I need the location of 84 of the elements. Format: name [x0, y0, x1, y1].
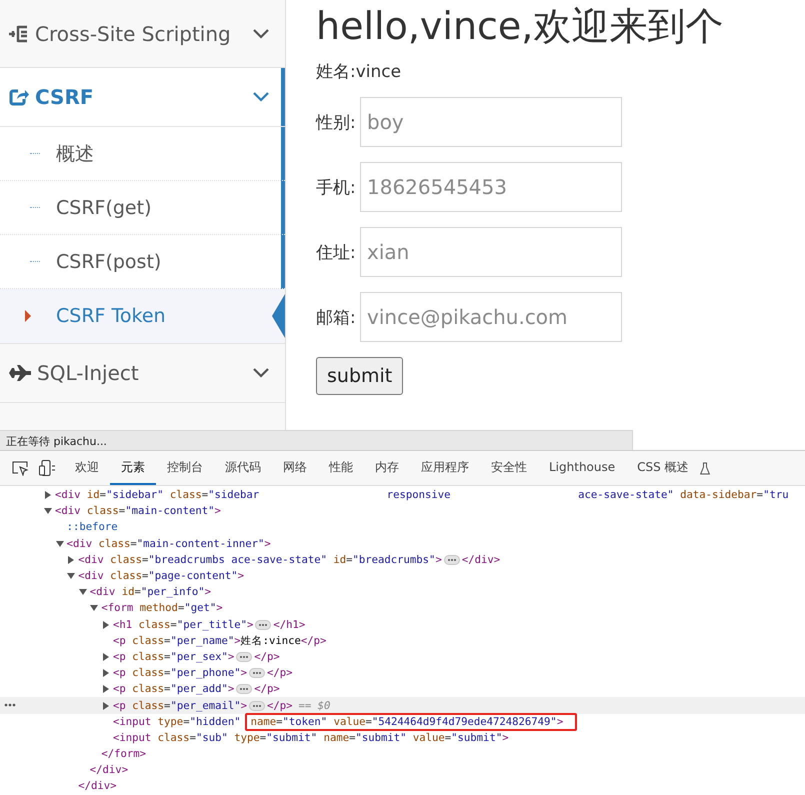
code-line: <form method="get"> [101, 602, 223, 614]
field-label: 住址: [316, 242, 357, 264]
field-label: 性别: [316, 112, 357, 134]
ellipsis-icon[interactable] [249, 668, 265, 678]
caret-icon [25, 310, 31, 322]
field-label: 邮箱: [316, 306, 357, 328]
closing-tag: </p> [254, 683, 280, 696]
closing-tag: </p> [267, 700, 293, 712]
devtools-tab[interactable]: 源代码 [214, 451, 272, 485]
chevron-icon [253, 28, 269, 38]
plane-icon [9, 365, 31, 381]
code-line: <div class="main-content-inner"> [66, 538, 271, 550]
expand-triangle-icon[interactable] [102, 669, 110, 678]
code-line: </div> [78, 780, 116, 792]
submenu-item[interactable]: CSRF Token [0, 289, 285, 343]
code-line: <div class="page-content"> [78, 570, 244, 582]
field-label: 手机: [316, 176, 357, 198]
code-line: </div> [90, 764, 128, 776]
ellipsis-icon[interactable] [444, 554, 460, 565]
collapse-triangle-icon[interactable] [78, 588, 87, 596]
expand-triangle-icon[interactable] [102, 652, 110, 661]
ellipsis-icon[interactable] [236, 652, 252, 662]
code-line: <input type="hidden" [113, 716, 241, 728]
closing-tag: </div> [462, 554, 500, 566]
collapse-triangle-icon[interactable] [67, 572, 76, 580]
more-icon[interactable] [4, 703, 16, 708]
input-field[interactable]: 18626545453 [360, 162, 622, 212]
devtools-tab[interactable]: Lighthouse [538, 451, 626, 485]
devtools-tab[interactable]: 安全性 [480, 451, 538, 485]
devtools-tab[interactable]: 应用程序 [410, 451, 480, 485]
submit-button[interactable]: submit [316, 357, 404, 395]
input-field[interactable]: xian [360, 227, 622, 277]
flask-icon [700, 462, 710, 474]
nav-item[interactable]: CSRF [0, 68, 285, 127]
closing-tag: </p> [267, 667, 293, 680]
status-bubble: 正在等待 pikachu... [0, 430, 633, 450]
devtools-tab[interactable]: CSS 概述 [626, 451, 700, 485]
code-line: <div class="main-content"> [55, 505, 221, 518]
devtools-tab[interactable]: 网络 [272, 451, 318, 485]
expand-triangle-icon[interactable] [67, 556, 76, 564]
collapse-triangle-icon[interactable] [44, 507, 52, 516]
code-line: <p class="per_phone"> [113, 667, 247, 680]
expand-triangle-icon[interactable] [102, 702, 110, 710]
share-icon [9, 88, 29, 106]
input-field[interactable]: boy [360, 97, 622, 147]
list-icon [9, 24, 29, 42]
code-line: <p class="per_name">姓名:vince</p> [113, 634, 326, 648]
devtools-tab[interactable]: 性能 [318, 451, 364, 485]
code-line: <p class="per_sex"> [113, 650, 234, 663]
collapse-triangle-icon[interactable] [56, 540, 64, 548]
chevron-icon [253, 92, 269, 102]
code-line: <div id="sidebar" class="sidebar responsive ace-save-state" data-sidebar="tru [55, 489, 789, 502]
devtools-tab[interactable]: 欢迎 [64, 451, 110, 485]
code-line: <input class="sub" type="submit" name="submit" value="submit"> [113, 732, 509, 744]
chevron-icon [253, 368, 269, 378]
name-text: 姓名:vince [316, 61, 402, 83]
code-line: <p class="per_add"> [113, 683, 234, 696]
page-title: hello,vince,欢迎来到个 [316, 3, 724, 50]
code-line: <div class="breadcrumbs ace-save-state" id="breadcrumbs"> [78, 554, 442, 566]
expand-triangle-icon[interactable] [44, 491, 52, 500]
expand-triangle-icon[interactable] [102, 685, 110, 694]
expand-triangle-icon[interactable] [102, 620, 110, 629]
ellipsis-icon[interactable] [255, 620, 272, 630]
ellipsis-icon[interactable] [249, 700, 265, 711]
closing-tag: </h1> [273, 618, 306, 631]
pointer-icon [272, 294, 285, 338]
code-line: ::before [66, 521, 118, 534]
node-reference: == $0 [298, 700, 330, 712]
code-line: </form> [101, 748, 146, 760]
device-icon[interactable] [39, 460, 56, 476]
code-line: <p class="per_email"> [113, 700, 247, 712]
inspect-icon[interactable] [12, 460, 29, 476]
code-line: <div id="per_info"> [90, 586, 212, 598]
submenu-item[interactable]: 概述 [0, 127, 285, 181]
submenu-item[interactable]: CSRF(get) [0, 181, 285, 235]
collapse-triangle-icon[interactable] [90, 604, 98, 612]
devtools-tab[interactable]: 元素 [110, 451, 156, 485]
closing-tag: </p> [254, 650, 280, 663]
highlighted-code: name="token" value="5424464d9f4d79ede4724826749"> [244, 712, 578, 731]
ellipsis-icon[interactable] [236, 684, 252, 694]
devtools-tab[interactable]: 内存 [364, 451, 410, 485]
devtools-tab[interactable]: 控制台 [156, 451, 214, 485]
code-line: <h1 class="per_title"> [113, 618, 254, 631]
input-field[interactable]: vince@pikachu.com [360, 292, 622, 342]
